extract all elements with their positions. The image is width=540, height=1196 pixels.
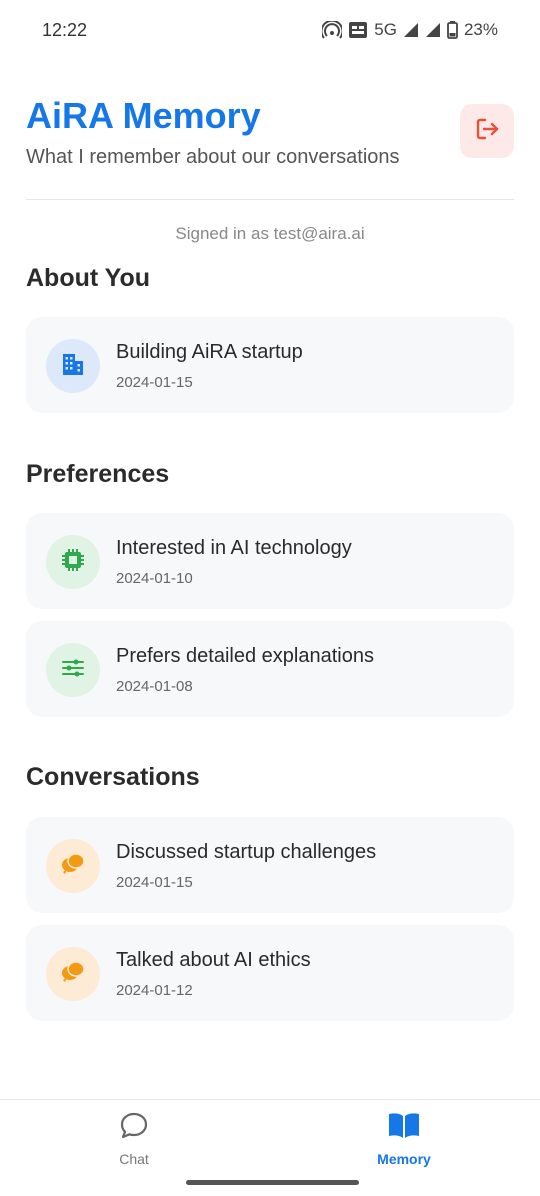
memory-card[interactable]: Talked about AI ethics 2024-01-12: [26, 925, 514, 1021]
nav-item-memory[interactable]: Memory: [344, 1110, 464, 1167]
nav-label-memory: Memory: [377, 1151, 431, 1167]
nav-item-chat[interactable]: Chat: [74, 1110, 194, 1167]
chat-bubbles-icon: [59, 958, 87, 991]
sliders-icon: [60, 655, 86, 686]
header: AiRA Memory What I remember about our co…: [26, 92, 514, 200]
logout-button[interactable]: [460, 104, 514, 158]
section-title-preferences: Preferences: [26, 460, 170, 488]
building-icon: [60, 351, 86, 382]
battery-percent: 23%: [463, 20, 498, 39]
logout-icon: [473, 115, 501, 148]
card-icon-container: [46, 839, 100, 893]
book-icon: [387, 1110, 421, 1147]
memory-card[interactable]: Building AiRA startup 2024-01-15: [26, 317, 514, 413]
status-time: 12:22: [42, 20, 88, 40]
card-icon-container: [46, 535, 100, 589]
home-indicator[interactable]: [186, 1180, 359, 1185]
status-bar: 12:22 5G 23%: [0, 0, 540, 62]
card-icon-container: [46, 643, 100, 697]
signal-icon: [425, 22, 441, 38]
card-date: 2024-01-08: [116, 678, 193, 695]
card-icon-container: [46, 339, 100, 393]
card-title: Interested in AI technology: [116, 537, 352, 559]
card-title: Talked about AI ethics: [116, 949, 311, 971]
card-date: 2024-01-15: [116, 374, 193, 391]
memory-card[interactable]: Discussed startup challenges 2024-01-15: [26, 817, 514, 913]
section-title-about: About You: [26, 264, 151, 292]
card-date: 2024-01-10: [116, 570, 193, 587]
memory-card[interactable]: Interested in AI technology 2024-01-10: [26, 513, 514, 609]
page-subtitle: What I remember about our conversations: [26, 146, 400, 168]
signal-icon: [403, 22, 419, 38]
battery-icon: [447, 21, 458, 39]
signed-in-text: Signed in as test@aira.ai: [175, 224, 365, 243]
card-title: Building AiRA startup: [116, 341, 303, 363]
card-icon-container: [46, 947, 100, 1001]
card-title: Discussed startup challenges: [116, 841, 377, 863]
volte-icon: [348, 21, 368, 39]
section-title-conversations: Conversations: [26, 763, 200, 791]
card-date: 2024-01-12: [116, 982, 193, 999]
page-title: AiRA Memory: [26, 95, 261, 136]
nav-label-chat: Chat: [119, 1151, 149, 1167]
card-date: 2024-01-15: [116, 874, 193, 891]
chat-icon: [118, 1110, 150, 1147]
chip-icon: [60, 547, 86, 578]
hotspot-icon: [322, 21, 343, 39]
network-type: 5G: [374, 20, 397, 39]
memory-card[interactable]: Prefers detailed explanations 2024-01-08: [26, 621, 514, 717]
card-title: Prefers detailed explanations: [116, 645, 374, 667]
status-icons: 5G 23%: [322, 20, 498, 40]
chat-bubbles-icon: [59, 850, 87, 883]
